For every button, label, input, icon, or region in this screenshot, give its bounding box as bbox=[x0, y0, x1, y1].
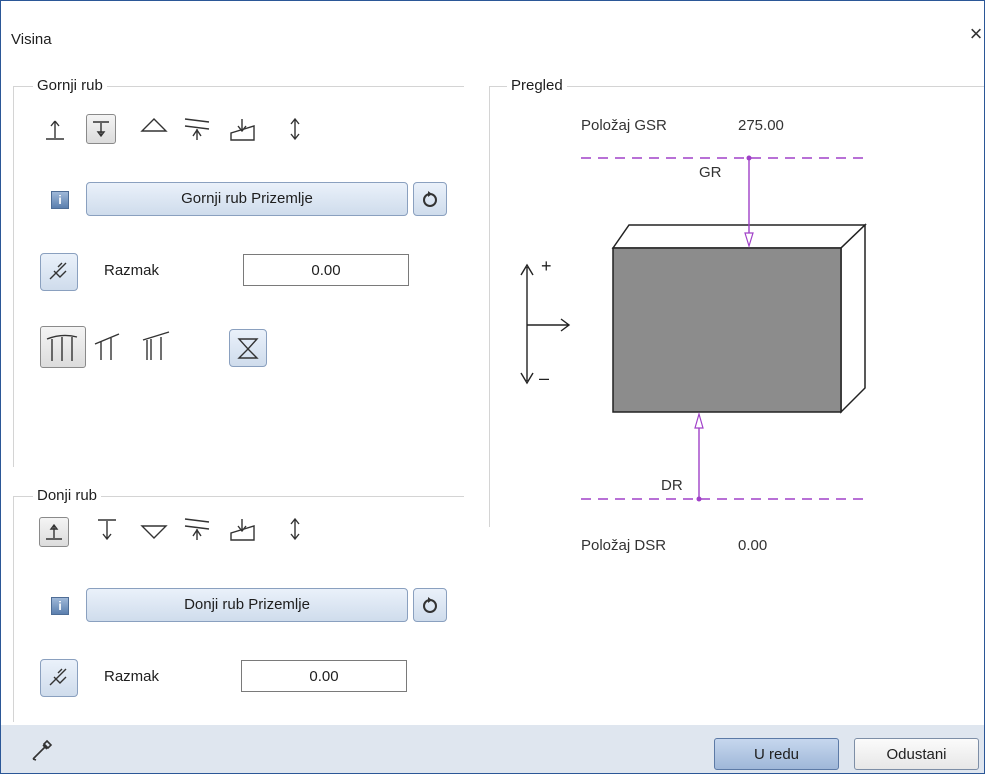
box-top-face bbox=[611, 224, 867, 249]
column-top-icon[interactable] bbox=[40, 326, 86, 368]
box-side-face bbox=[840, 223, 866, 414]
dr-label: DR bbox=[661, 477, 683, 494]
bottom-edge-offset-button[interactable] bbox=[40, 659, 78, 697]
slope-bottom-icon[interactable] bbox=[226, 514, 255, 542]
info-icon[interactable]: i bbox=[51, 597, 69, 615]
info-icon[interactable]: i bbox=[51, 191, 69, 209]
bottom-distance-label: Razmak bbox=[104, 668, 160, 685]
up-down-bottom-icon[interactable] bbox=[283, 514, 311, 542]
reset-icon bbox=[423, 597, 437, 613]
up-down-icon[interactable] bbox=[283, 114, 311, 142]
bottom-edge-reset-button[interactable] bbox=[413, 588, 447, 622]
slope-icon[interactable] bbox=[226, 114, 255, 142]
height-preview-diagram: GR DR + – bbox=[520, 155, 869, 502]
gsr-value: 275.00 bbox=[738, 117, 784, 134]
top-distance-field[interactable]: 0.00 bbox=[243, 254, 409, 286]
top-edge-reset-button[interactable] bbox=[413, 182, 447, 216]
dsr-value: 0.00 bbox=[738, 537, 768, 554]
reset-icon bbox=[423, 191, 437, 207]
bottom-distance-field[interactable]: 0.00 bbox=[241, 660, 407, 692]
preview-group-label: Pregled bbox=[507, 77, 567, 94]
top-edge-group-label: Gornji rub bbox=[33, 77, 107, 94]
triangle-icon[interactable] bbox=[138, 113, 168, 141]
align-below-edge-icon[interactable] bbox=[86, 114, 116, 144]
offset-icon bbox=[49, 668, 67, 686]
roof-plane-bottom-icon[interactable] bbox=[181, 514, 210, 542]
align-bottom-edge-icon[interactable] bbox=[93, 515, 121, 543]
align-above-edge-icon[interactable] bbox=[39, 517, 69, 547]
direction-arrows bbox=[520, 263, 571, 385]
hourglass-icon bbox=[237, 338, 259, 359]
top-edge-offset-button[interactable] bbox=[40, 253, 78, 291]
offset-icon bbox=[49, 262, 67, 280]
column-slope-icon[interactable] bbox=[89, 326, 129, 366]
hourglass-button[interactable] bbox=[229, 329, 267, 367]
bottom-edge-group-label: Donji rub bbox=[33, 487, 102, 504]
eyedropper-icon[interactable] bbox=[29, 735, 57, 763]
close-icon[interactable]: × bbox=[965, 23, 984, 45]
top-distance-label: Razmak bbox=[104, 262, 160, 279]
triangle-down-icon[interactable] bbox=[138, 516, 168, 544]
bottom-edge-reference-button[interactable]: Donji rub Prizemlje bbox=[86, 588, 408, 622]
align-top-edge-icon[interactable] bbox=[41, 116, 69, 144]
height-dialog: Visina × Gornji rub i Gornji rub Prizeml… bbox=[0, 0, 985, 774]
dsr-label: Položaj DSR bbox=[581, 537, 667, 554]
box-front-face bbox=[612, 247, 842, 413]
roof-plane-icon[interactable] bbox=[181, 114, 210, 142]
column-offset-icon[interactable] bbox=[137, 326, 177, 366]
minus-sign: – bbox=[539, 368, 549, 388]
ok-button[interactable]: U redu bbox=[714, 738, 839, 770]
gsr-label: Položaj GSR bbox=[581, 117, 667, 134]
plus-sign: + bbox=[541, 256, 552, 276]
cancel-button[interactable]: Odustani bbox=[854, 738, 979, 770]
dialog-title: Visina bbox=[11, 31, 52, 48]
gr-label: GR bbox=[699, 164, 722, 181]
top-edge-reference-button[interactable]: Gornji rub Prizemlje bbox=[86, 182, 408, 216]
